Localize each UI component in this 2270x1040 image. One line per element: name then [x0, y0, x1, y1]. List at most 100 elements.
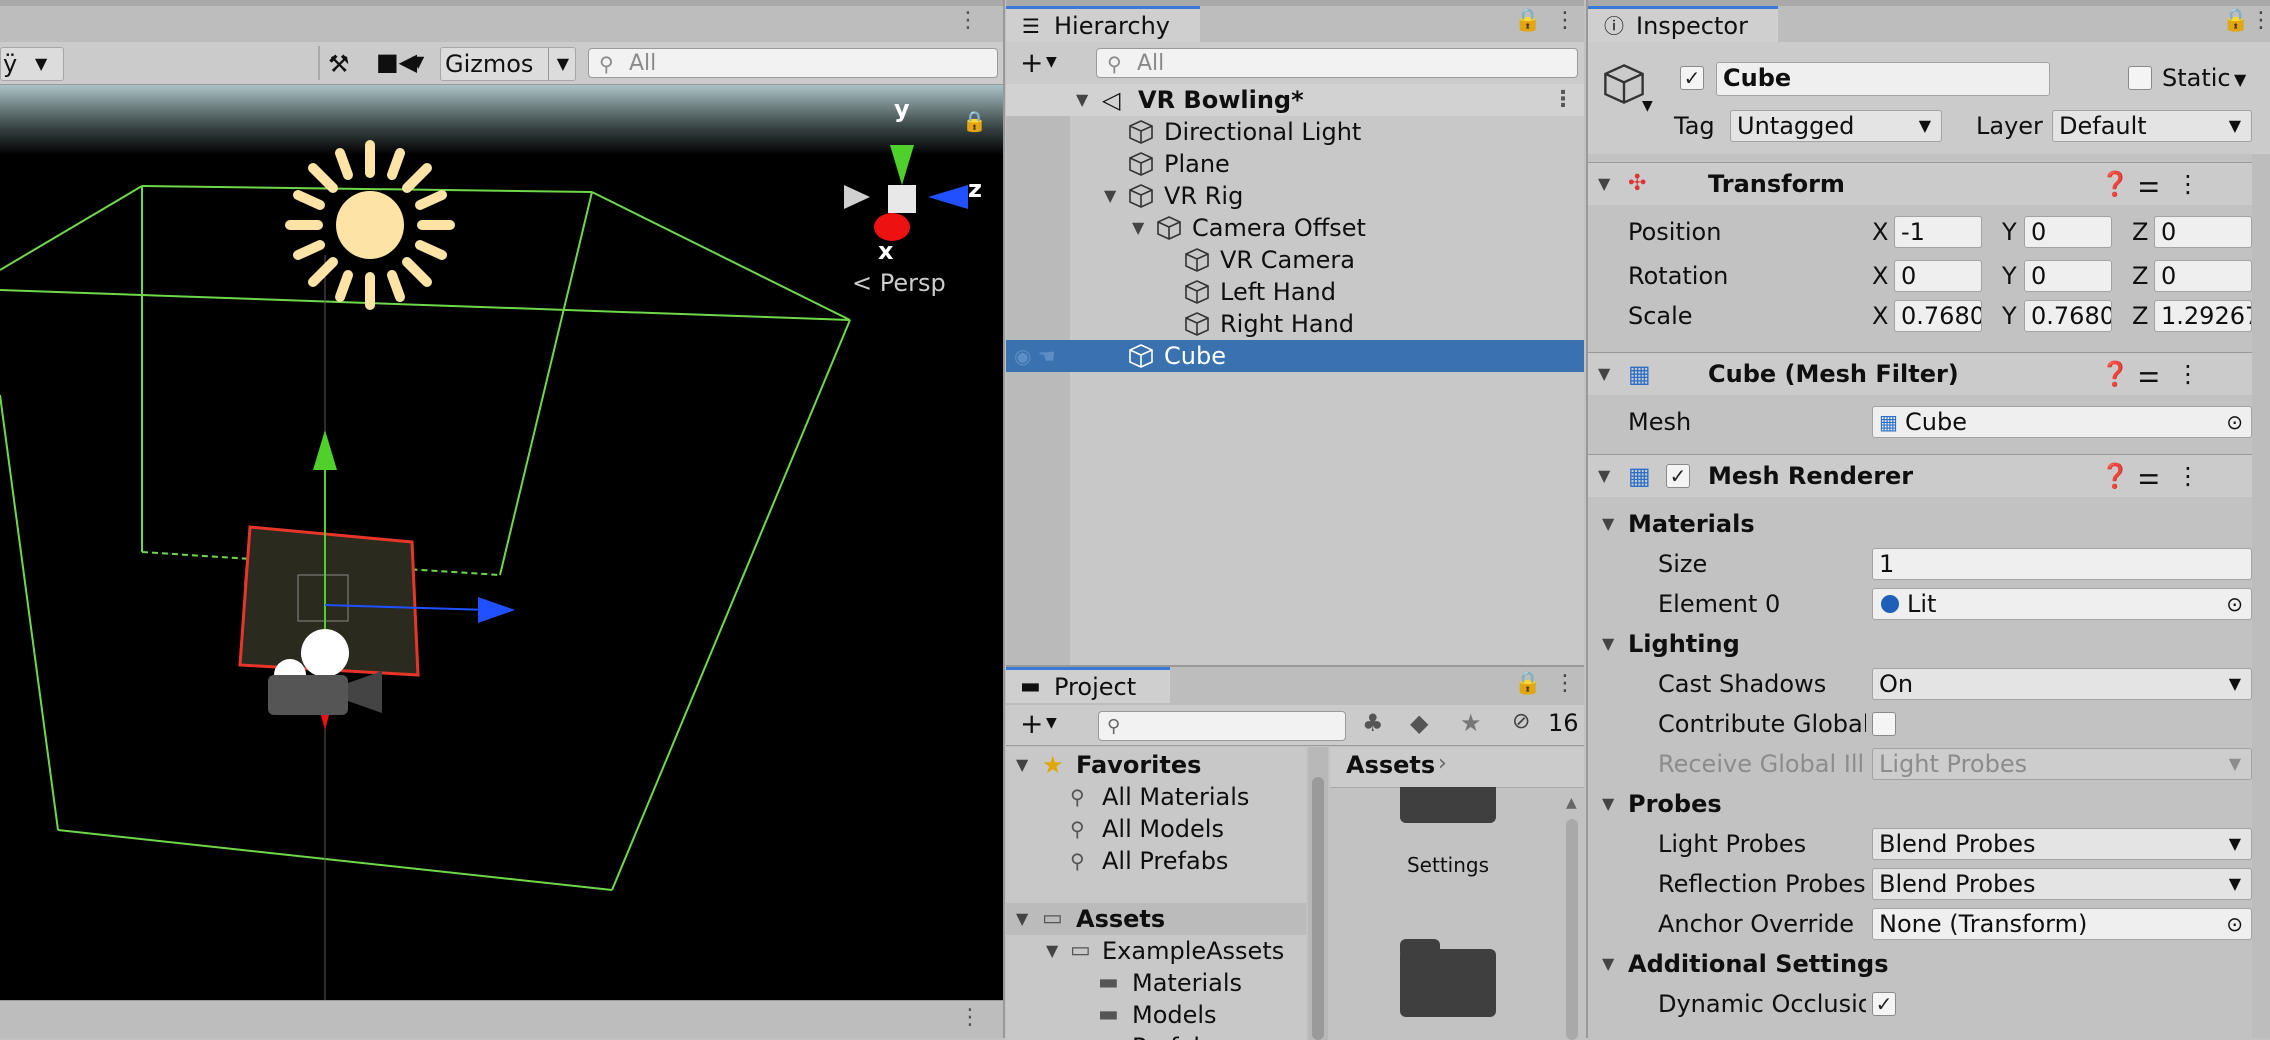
reflection-probes-dropdown[interactable]: Blend Probes ▼	[1872, 868, 2252, 900]
cast-shadows-dropdown[interactable]: On ▼	[1872, 668, 2252, 700]
rotation-z-field[interactable]: 0	[2154, 260, 2252, 292]
foldout-arrow-icon[interactable]: ▼	[1598, 455, 1610, 497]
position-z-field[interactable]: 0	[2154, 216, 2252, 248]
presets-icon[interactable]: ⚌	[2138, 163, 2160, 205]
light-probes-dropdown[interactable]: Blend Probes ▼	[1872, 828, 2252, 860]
size-field[interactable]: 1	[1872, 548, 2252, 580]
element0-object-field[interactable]: Lit ⊙	[1872, 588, 2252, 620]
lock-icon[interactable]: 🔒	[1514, 8, 1541, 33]
foldout-arrow-icon[interactable]: ▼	[1598, 353, 1610, 395]
hierarchy-item[interactable]: Directional Light	[1006, 116, 1584, 148]
chevron-down-icon[interactable]: ▼	[412, 52, 424, 71]
scrollbar-thumb[interactable]	[1312, 777, 1324, 1040]
foldout-arrow-icon[interactable]: ▼	[1602, 506, 1614, 542]
lock-icon[interactable]: 🔒	[1514, 671, 1541, 696]
tab-inspector[interactable]: ⓘ Inspector	[1588, 6, 1778, 42]
grid-scrollbar[interactable]: ▲	[1562, 789, 1582, 1040]
expand-arrow-icon[interactable]: ▼	[1016, 749, 1028, 781]
hierarchy-item[interactable]: Right Hand	[1006, 308, 1584, 340]
hierarchy-item[interactable]: VR Camera	[1006, 244, 1584, 276]
help-icon[interactable]: ❓	[2100, 353, 2130, 395]
component-menu-icon[interactable]: ⋮	[2176, 353, 2200, 395]
foldout-arrow-icon[interactable]: ▼	[1598, 163, 1610, 205]
add-icon[interactable]: +	[1020, 46, 1043, 79]
rotation-x-field[interactable]: 0	[1894, 260, 1982, 292]
expand-arrow-icon[interactable]: ▼	[1104, 180, 1116, 212]
help-icon[interactable]: ❓	[2100, 455, 2130, 497]
tools-icon[interactable]: ⚒	[328, 50, 350, 78]
object-picker-icon[interactable]: ⊙	[2226, 589, 2243, 619]
folder-item[interactable]: ▬ Models	[1006, 999, 1306, 1031]
component-menu-icon[interactable]: ⋮	[2176, 455, 2200, 497]
add-icon[interactable]: +	[1020, 707, 1043, 740]
foldout-arrow-icon[interactable]: ▼	[1602, 946, 1614, 982]
draw-mode-dropdown[interactable]: ÿ ▼	[0, 47, 64, 81]
status-menu-icon[interactable]: ⋮	[959, 1005, 981, 1030]
inspector-scrollbar[interactable]	[2252, 154, 2270, 1038]
anchor-override-field[interactable]: None (Transform) ⊙	[1872, 908, 2252, 940]
scale-y-field[interactable]: 0.76807	[2024, 300, 2112, 332]
mesh-renderer-enabled-checkbox[interactable]: ✓	[1666, 464, 1690, 488]
persp-label[interactable]: < Persp	[852, 269, 946, 297]
gizmos-button[interactable]: Gizmos ▼	[440, 47, 576, 81]
scene-menu-icon[interactable]: ⋮	[1552, 84, 1574, 116]
project-search-input[interactable]: ⚲	[1098, 711, 1346, 741]
breadcrumb-assets[interactable]: Assets	[1346, 751, 1435, 779]
scene-menu-icon[interactable]: ⋮	[957, 8, 979, 33]
lighting-foldout[interactable]: ▼ Lighting	[1588, 626, 2270, 662]
expand-arrow-icon[interactable]: ▼	[1076, 84, 1088, 116]
scene-viewport[interactable]: y z x 🔒 < Persp	[0, 85, 1003, 1000]
folder-item[interactable]: ▼ ▭ ExampleAssets	[1006, 935, 1306, 967]
filter-by-type-icon[interactable]: ♣	[1362, 709, 1384, 737]
hierarchy-item[interactable]: Plane	[1006, 148, 1584, 180]
hierarchy-item[interactable]: ▼ VR Rig	[1006, 180, 1584, 212]
expand-arrow-icon[interactable]: ▼	[1016, 903, 1028, 935]
object-picker-icon[interactable]: ⊙	[2226, 407, 2243, 437]
additional-settings-foldout[interactable]: ▼ Additional Settings	[1588, 946, 2270, 982]
favorite-item[interactable]: ⚲ All Materials	[1006, 781, 1306, 813]
folder-icon[interactable]	[1400, 939, 1496, 1017]
dynamic-occlusion-checkbox[interactable]: ✓	[1872, 992, 1896, 1016]
tag-dropdown[interactable]: Untagged ▼	[1730, 110, 1942, 142]
tab-project[interactable]: ▬ Project	[1006, 667, 1170, 703]
favorite-item[interactable]: ⚲ All Models	[1006, 813, 1306, 845]
expand-arrow-icon[interactable]: ▼	[1132, 212, 1144, 244]
position-y-field[interactable]: 0	[2024, 216, 2112, 248]
filter-by-label-icon[interactable]: ◆	[1410, 709, 1428, 737]
presets-icon[interactable]: ⚌	[2138, 353, 2160, 395]
orientation-gizmo[interactable]	[844, 145, 968, 241]
scale-z-field[interactable]: 1.29267	[2154, 300, 2252, 332]
expand-arrow-icon[interactable]: ▼	[1046, 935, 1058, 967]
mesh-filter-header[interactable]: ▼ ▦ Cube (Mesh Filter) ❓ ⚌ ⋮	[1588, 352, 2270, 395]
component-menu-icon[interactable]: ⋮	[2176, 163, 2200, 205]
tab-hierarchy[interactable]: ☰ Hierarchy	[1006, 6, 1200, 42]
probes-foldout[interactable]: ▼ Probes	[1588, 786, 2270, 822]
folder-item[interactable]: ▬ Materials	[1006, 967, 1306, 999]
menu-icon[interactable]: ⋮	[1554, 8, 1576, 33]
materials-foldout[interactable]: ▼ Materials	[1588, 506, 2270, 542]
assets-header[interactable]: ▼ ▭ Assets	[1006, 903, 1306, 935]
favorite-star-icon[interactable]: ★	[1460, 709, 1482, 737]
rotation-y-field[interactable]: 0	[2024, 260, 2112, 292]
camera-icon[interactable]: ■◀	[376, 48, 417, 76]
foldout-arrow-icon[interactable]: ▼	[1602, 786, 1614, 822]
mesh-renderer-header[interactable]: ▼ ▦ ✓ Mesh Renderer ❓ ⚌ ⋮	[1588, 454, 2270, 497]
visibility-eye-icon[interactable]: ◉ ☚	[1014, 340, 1056, 372]
folder-item[interactable]: ▬ Prefabs	[1006, 1031, 1306, 1040]
chevron-down-icon[interactable]: ▼	[1046, 54, 1057, 70]
tree-scrollbar[interactable]	[1308, 747, 1328, 1040]
menu-icon[interactable]: ⋮	[1554, 671, 1576, 696]
static-checkbox[interactable]	[2128, 66, 2152, 90]
foldout-arrow-icon[interactable]: ▼	[1602, 626, 1614, 662]
scene-root-item[interactable]: ▼ ◁ VR Bowling* ⋮	[1006, 84, 1584, 116]
presets-icon[interactable]: ⚌	[2138, 455, 2160, 497]
menu-icon[interactable]: ⋮	[2250, 8, 2270, 33]
object-name-field[interactable]: Cube	[1716, 62, 2050, 96]
scrollbar-thumb[interactable]	[1566, 819, 1578, 1040]
mesh-object-field[interactable]: ▦ Cube ⊙	[1872, 406, 2252, 438]
help-icon[interactable]: ❓	[2100, 163, 2130, 205]
chevron-down-icon[interactable]: ▼	[1642, 98, 1653, 114]
scale-x-field[interactable]: 0.76807	[1894, 300, 1982, 332]
favorite-item[interactable]: ⚲ All Prefabs	[1006, 845, 1306, 877]
lock-icon[interactable]: 🔒	[962, 109, 987, 133]
